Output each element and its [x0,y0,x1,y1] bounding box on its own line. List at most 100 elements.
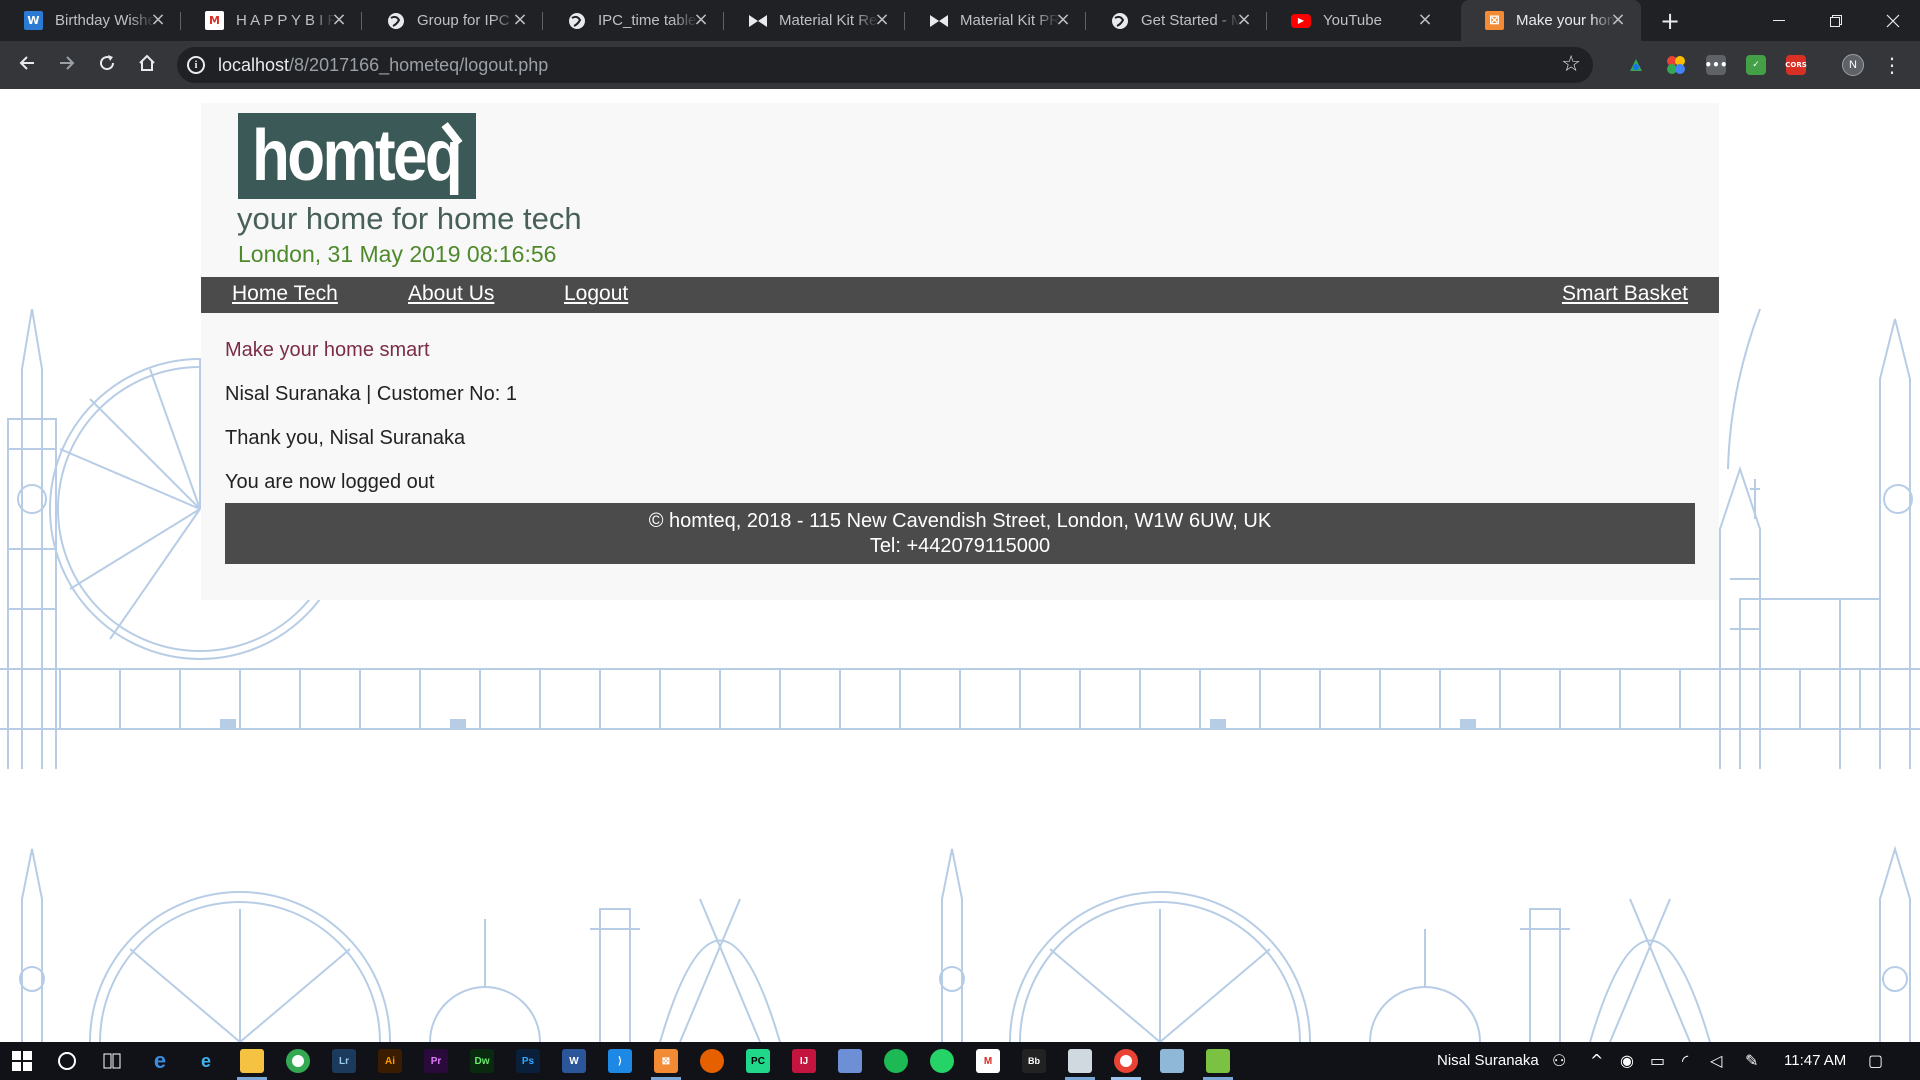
close-icon[interactable]: × [330,11,348,29]
photos-icon[interactable] [1068,1049,1092,1073]
windows-start-icon[interactable] [10,1049,34,1073]
browser-tab-strip: W Birthday Wishes × M H A P P Y B I R T … [0,0,1920,41]
taskbar-user-name[interactable]: Nisal Suranaka [1437,1052,1539,1069]
globe-icon [386,11,405,30]
extension-icon[interactable]: ✓ [1746,55,1766,75]
nav-logout-link[interactable]: Logout [564,282,628,306]
tray-app-icon[interactable]: ◉ [1620,1051,1634,1070]
notification-icon[interactable]: ▢ [1868,1051,1883,1070]
back-button[interactable] [13,51,41,79]
tab-happy-birthday[interactable]: M H A P P Y B I R T H D A Y × [181,0,362,41]
cortana-search-icon[interactable] [55,1049,79,1073]
wifi-icon[interactable]: ◜ [1682,1051,1688,1070]
internet-explorer-icon[interactable]: e [194,1049,218,1073]
url-text[interactable]: localhost/8/2017166_hometeq/logout.php [218,55,548,76]
logo-text: homteq [252,116,463,196]
task-view-icon[interactable] [100,1049,124,1073]
close-icon[interactable]: × [1609,11,1627,29]
tab-birthday-wishes[interactable]: W Birthday Wishes × [0,0,181,41]
close-icon[interactable]: × [692,11,710,29]
bootstrap-studio-icon[interactable]: Bb [1022,1049,1046,1073]
tab-title: IPC_time table [598,12,697,29]
new-tab-button[interactable]: + [1656,7,1684,35]
extension-icon[interactable] [1666,55,1686,75]
battery-icon[interactable]: ▭ [1650,1051,1665,1070]
word-icon[interactable]: W [562,1049,586,1073]
address-bar[interactable]: i localhost/8/2017166_hometeq/logout.php… [177,47,1593,83]
chevron-up-icon[interactable]: ^ [1590,1051,1603,1070]
lightroom-icon[interactable]: Lr [332,1049,356,1073]
word-doc-icon: W [24,11,43,30]
notepad-plus-icon[interactable] [1206,1049,1230,1073]
chrome-menu-icon[interactable]: ⋮ [1882,51,1902,79]
bowtie-icon [929,11,948,30]
firefox-icon[interactable] [700,1049,724,1073]
tab-title: Material Kit PRO [960,12,1060,29]
footer-address: © homteq, 2018 - 115 New Cavendish Stree… [648,510,1272,532]
close-icon[interactable]: × [1416,11,1434,29]
tab-material-kit-pro[interactable]: Material Kit PRO × [905,0,1086,41]
xampp-icon: ⊠ [1485,11,1504,30]
spotify-icon[interactable] [884,1049,908,1073]
nav-smart-basket-link[interactable]: Smart Basket [1562,282,1688,306]
file-explorer-icon[interactable] [240,1049,264,1073]
close-icon[interactable]: × [511,11,529,29]
logout-message: You are now logged out [225,471,435,493]
tab-get-started[interactable]: Get Started - M × [1086,0,1267,41]
tab-group-ipc[interactable]: Group for IPC S × [362,0,543,41]
extension-icon[interactable] [1626,55,1646,75]
virtualbox-icon[interactable] [838,1049,862,1073]
pycharm-icon[interactable]: PC [746,1049,770,1073]
tab-make-your-home-smart[interactable]: ⊠ Make your home smart × [1461,0,1641,41]
mail-icon[interactable]: M [976,1049,1000,1073]
volume-icon[interactable]: ◁ [1710,1051,1722,1070]
nav-home-tech-link[interactable]: Home Tech [232,282,338,306]
intellij-icon[interactable]: IJ [792,1049,816,1073]
home-button[interactable] [133,51,161,79]
chrome-active-icon[interactable] [1114,1049,1138,1073]
restore-button[interactable] [1807,0,1864,41]
close-icon[interactable]: × [1054,11,1072,29]
bookmark-star-icon[interactable]: ☆ [1561,52,1581,77]
tab-youtube[interactable]: ▶ YouTube × [1267,0,1448,41]
youtube-icon: ▶ [1291,13,1311,28]
minimize-button[interactable] [1750,0,1807,41]
xampp-icon[interactable]: ⊠ [654,1049,678,1073]
pen-icon[interactable]: ✎ [1745,1051,1758,1070]
whatsapp-icon[interactable] [930,1049,954,1073]
tab-title: Make your home smart [1516,12,1616,29]
people-icon[interactable]: ⚇ [1552,1051,1566,1070]
close-icon[interactable]: × [1235,11,1253,29]
close-icon[interactable]: × [873,11,891,29]
profile-avatar[interactable]: N [1842,54,1864,76]
taskbar-clock[interactable]: 11:47 AM [1784,1052,1846,1069]
tab-title: Get Started - M [1141,12,1241,29]
premiere-icon[interactable]: Pr [424,1049,448,1073]
tab-ipc-timetable[interactable]: IPC_time table × [543,0,724,41]
date-time-display: London, 31 May 2019 08:16:56 [238,241,557,267]
page-container: homteq your home for home tech London, 3… [201,103,1719,600]
page-heading: Make your home smart [225,339,430,361]
info-icon[interactable]: i [187,56,205,74]
chrome-icon[interactable] [286,1049,310,1073]
cors-extension-icon[interactable]: CORS [1785,55,1807,75]
notepad-icon[interactable] [1160,1049,1184,1073]
illustrator-icon[interactable]: Ai [378,1049,402,1073]
forward-button[interactable] [53,51,81,79]
reload-button[interactable] [93,51,121,79]
close-window-button[interactable] [1864,0,1920,41]
extension-icon[interactable]: ••• [1705,55,1728,75]
dreamweaver-icon[interactable]: Dw [470,1049,494,1073]
homteq-logo[interactable]: homteq [238,113,476,199]
nav-about-us-link[interactable]: About Us [408,282,494,306]
footer-telephone: Tel: +442079115000 [869,535,1051,557]
page-footer: © homteq, 2018 - 115 New Cavendish Stree… [225,503,1695,564]
tab-material-kit-react[interactable]: Material Kit React × [724,0,905,41]
site-tagline: your home for home tech [237,201,582,236]
edge-icon[interactable]: e [148,1048,172,1073]
customer-info: Nisal Suranaka | Customer No: 1 [225,383,517,405]
photoshop-icon[interactable]: Ps [516,1049,540,1073]
thank-you-message: Thank you, Nisal Suranaka [225,427,466,449]
vscode-icon[interactable]: ⟩ [608,1049,632,1073]
close-icon[interactable]: × [149,11,167,29]
